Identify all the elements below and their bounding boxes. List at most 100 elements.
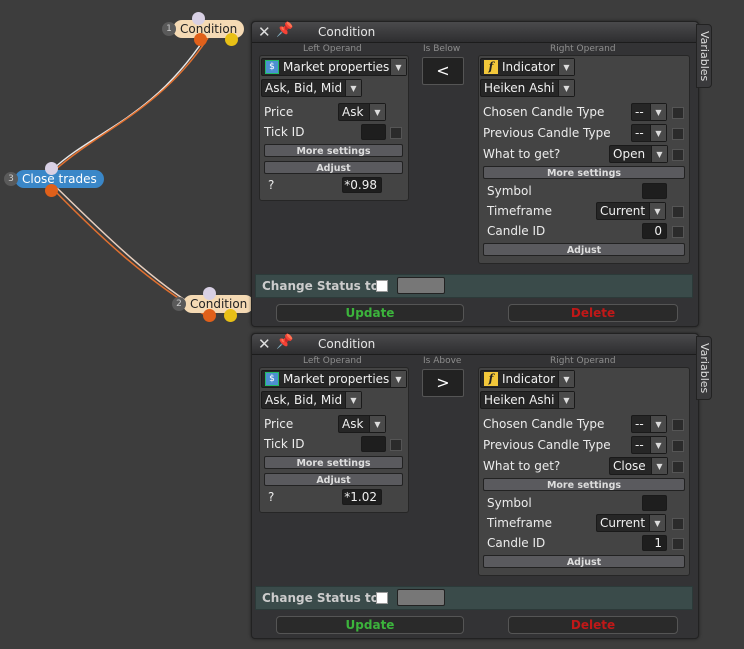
- dropdown-value: Ask, Bid, Mid: [265, 393, 343, 407]
- adjust-header[interactable]: Adjust: [264, 473, 403, 486]
- dropdown-value: Market properties: [283, 60, 390, 74]
- previous-candle-dropdown[interactable]: -- ▼: [631, 436, 667, 454]
- price-dropdown[interactable]: Ask ▼: [338, 103, 386, 121]
- previous-candle-checkbox[interactable]: [672, 128, 684, 140]
- input-port[interactable]: [203, 287, 216, 300]
- update-button[interactable]: Update: [276, 616, 464, 634]
- status-color-swatch[interactable]: [397, 277, 445, 294]
- dropdown-value: --: [635, 438, 644, 452]
- what-to-get-dropdown[interactable]: Open ▼: [609, 145, 668, 163]
- candle-id-label: Candle ID: [487, 224, 546, 238]
- symbol-field[interactable]: [642, 183, 667, 199]
- right-source-dropdown[interactable]: f Indicator ▼: [480, 370, 575, 388]
- chevron-down-icon: ▼: [651, 146, 667, 162]
- dropdown-value: Ask: [342, 105, 364, 119]
- change-status-checkbox[interactable]: [376, 592, 388, 604]
- timeframe-checkbox[interactable]: [672, 518, 684, 530]
- tick-id-field[interactable]: [361, 124, 386, 140]
- node-number: 1: [162, 22, 176, 36]
- what-to-get-dropdown[interactable]: Close ▼: [609, 457, 668, 475]
- pin-icon[interactable]: 📌: [276, 334, 293, 350]
- tick-id-checkbox[interactable]: [390, 439, 402, 451]
- chevron-down-icon: ▼: [558, 371, 574, 387]
- dropdown-value: Current: [600, 516, 646, 530]
- close-icon[interactable]: ✕: [258, 23, 271, 41]
- chevron-down-icon: ▼: [369, 416, 385, 432]
- timeframe-dropdown[interactable]: Current ▼: [596, 514, 666, 532]
- dropdown-value: --: [635, 105, 644, 119]
- pin-icon[interactable]: 📌: [276, 22, 293, 38]
- dropdown-value: Close: [613, 459, 646, 473]
- dropdown-value: Indicator: [502, 60, 556, 74]
- previous-candle-checkbox[interactable]: [672, 440, 684, 452]
- chevron-down-icon: ▼: [650, 416, 666, 432]
- what-to-get-checkbox[interactable]: [672, 149, 684, 161]
- symbol-label: Symbol: [487, 184, 532, 198]
- adjust-header[interactable]: Adjust: [264, 161, 403, 174]
- adjust-header[interactable]: Adjust: [483, 555, 685, 568]
- variables-tab[interactable]: Variables: [696, 24, 712, 88]
- symbol-label: Symbol: [487, 496, 532, 510]
- node-label: Close trades: [15, 170, 104, 188]
- input-port[interactable]: [192, 12, 205, 25]
- left-source-dropdown[interactable]: $ Market properties ▼: [261, 58, 407, 76]
- variables-tab[interactable]: Variables: [696, 336, 712, 400]
- candle-id-checkbox[interactable]: [672, 538, 684, 550]
- dropdown-value: --: [635, 417, 644, 431]
- more-settings-button[interactable]: More settings: [483, 166, 685, 179]
- candle-id-field[interactable]: 0: [642, 223, 667, 239]
- adjust-value-field[interactable]: *1.02: [342, 489, 382, 505]
- chevron-down-icon: ▼: [558, 59, 574, 75]
- tick-id-label: Tick ID: [264, 437, 305, 451]
- chosen-candle-checkbox[interactable]: [672, 419, 684, 431]
- output-port-orange[interactable]: [203, 309, 216, 322]
- output-port-yellow[interactable]: [224, 309, 237, 322]
- dropdown-value: Market properties: [283, 372, 390, 386]
- output-port-orange[interactable]: [194, 33, 207, 46]
- tick-id-field[interactable]: [361, 436, 386, 452]
- previous-candle-dropdown[interactable]: -- ▼: [631, 124, 667, 142]
- delete-button[interactable]: Delete: [508, 304, 678, 322]
- status-color-swatch[interactable]: [397, 589, 445, 606]
- what-to-get-checkbox[interactable]: [672, 461, 684, 473]
- change-status-checkbox[interactable]: [376, 280, 388, 292]
- dropdown-value: Open: [613, 147, 646, 161]
- more-settings-button[interactable]: More settings: [264, 456, 403, 469]
- function-icon: f: [484, 372, 498, 386]
- chevron-down-icon: ▼: [649, 203, 665, 219]
- more-settings-button[interactable]: More settings: [264, 144, 403, 157]
- adjust-value-field[interactable]: *0.98: [342, 177, 382, 193]
- chevron-down-icon: ▼: [390, 371, 406, 387]
- panel-titlebar[interactable]: ✕ 📌 Condition: [252, 22, 698, 43]
- left-property-dropdown[interactable]: Ask, Bid, Mid ▼: [261, 79, 362, 97]
- candle-id-field[interactable]: 1: [642, 535, 667, 551]
- delete-button[interactable]: Delete: [508, 616, 678, 634]
- adjust-header[interactable]: Adjust: [483, 243, 685, 256]
- symbol-field[interactable]: [642, 495, 667, 511]
- output-port-orange[interactable]: [45, 184, 58, 197]
- panel-title: Condition: [318, 25, 376, 39]
- price-dropdown[interactable]: Ask ▼: [338, 415, 386, 433]
- right-source-dropdown[interactable]: f Indicator ▼: [480, 58, 575, 76]
- candle-id-checkbox[interactable]: [672, 226, 684, 238]
- indicator-dropdown[interactable]: Heiken Ashi ▼: [480, 391, 575, 409]
- tick-id-checkbox[interactable]: [390, 127, 402, 139]
- output-port-yellow[interactable]: [225, 33, 238, 46]
- adjust-label: ?: [268, 490, 275, 504]
- indicator-dropdown[interactable]: Heiken Ashi ▼: [480, 79, 575, 97]
- chosen-candle-dropdown[interactable]: -- ▼: [631, 103, 667, 121]
- chosen-candle-checkbox[interactable]: [672, 107, 684, 119]
- timeframe-checkbox[interactable]: [672, 206, 684, 218]
- operator-button[interactable]: >: [422, 369, 464, 397]
- update-button[interactable]: Update: [276, 304, 464, 322]
- panel-titlebar[interactable]: ✕ 📌 Condition: [252, 334, 698, 355]
- chevron-down-icon: ▼: [558, 392, 574, 408]
- chosen-candle-dropdown[interactable]: -- ▼: [631, 415, 667, 433]
- timeframe-dropdown[interactable]: Current ▼: [596, 202, 666, 220]
- close-icon[interactable]: ✕: [258, 335, 271, 353]
- operator-button[interactable]: <: [422, 57, 464, 85]
- left-property-dropdown[interactable]: Ask, Bid, Mid ▼: [261, 391, 362, 409]
- input-port[interactable]: [45, 162, 58, 175]
- more-settings-button[interactable]: More settings: [483, 478, 685, 491]
- left-source-dropdown[interactable]: $ Market properties ▼: [261, 370, 407, 388]
